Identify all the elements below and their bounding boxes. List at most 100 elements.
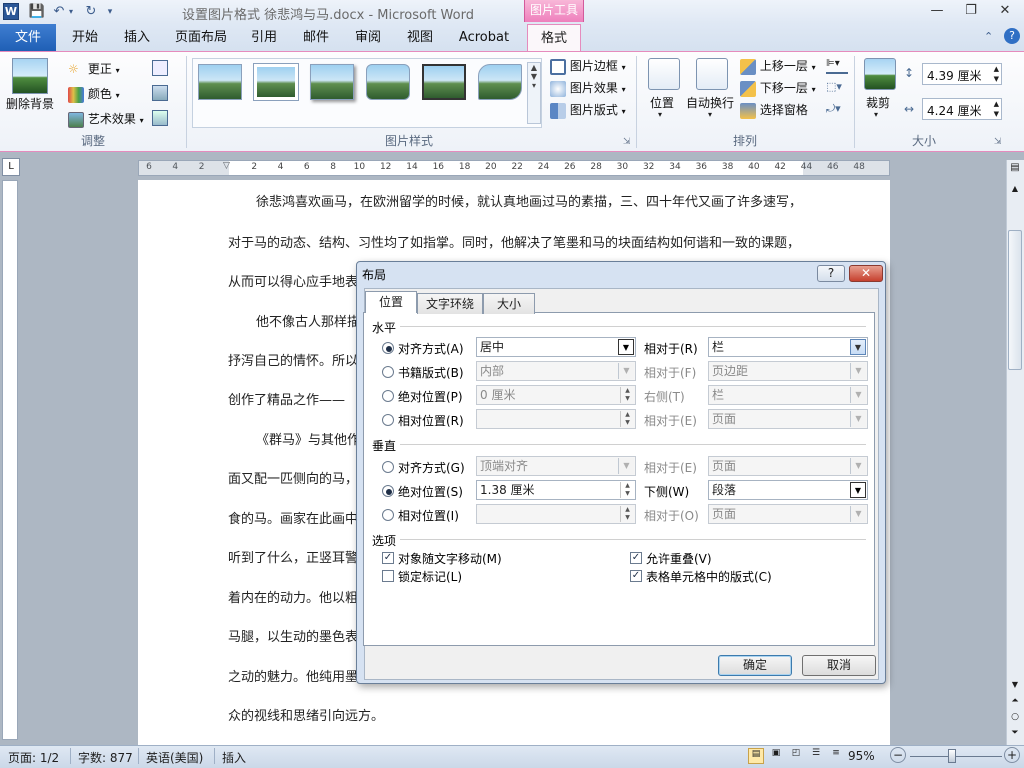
radio-v-relative[interactable]	[382, 509, 394, 521]
picture-style-thumb[interactable]	[422, 64, 466, 100]
book-layout-select[interactable]: 内部 ▼	[476, 361, 636, 381]
tab-format[interactable]: 格式	[527, 24, 581, 52]
web-layout-icon[interactable]: ◰	[788, 748, 804, 764]
help-icon[interactable]: ?	[1004, 28, 1020, 44]
spinner-arrows-icon[interactable]: ▲ ▼	[994, 99, 999, 119]
picture-style-thumb[interactable]	[478, 64, 522, 100]
previous-page-icon[interactable]: ⏶	[1008, 694, 1022, 708]
change-picture-icon[interactable]	[152, 85, 168, 101]
picture-style-thumb[interactable]	[254, 64, 298, 100]
chevron-down-icon[interactable]: ▼	[850, 482, 866, 498]
spinner-arrows-icon[interactable]: ▲ ▼	[994, 64, 999, 84]
minimize-button[interactable]: —	[926, 2, 948, 20]
picture-style-thumb[interactable]	[310, 64, 354, 100]
cancel-button[interactable]: 取消	[802, 655, 876, 676]
picture-style-thumb[interactable]	[366, 64, 410, 100]
h-relative-to-select[interactable]: 页面 ▼	[708, 409, 868, 429]
tab-insert[interactable]: 插入	[116, 24, 158, 51]
radio-h-alignment[interactable]	[382, 342, 394, 354]
h-relative-select[interactable]: 栏 ▼	[708, 337, 868, 357]
rotate-icon[interactable]: ⤾▾	[826, 102, 848, 118]
picture-border-button[interactable]: 图片边框 ▾	[550, 57, 626, 75]
print-layout-icon[interactable]: ▤	[748, 748, 764, 764]
checkbox-layout-in-table-cell[interactable]: ✓	[630, 570, 642, 582]
zoom-slider-track[interactable]	[910, 756, 1002, 757]
redo-icon[interactable]: ↻	[82, 3, 100, 21]
color-button[interactable]: 颜色 ▾	[68, 85, 120, 103]
dialog-launcher-icon[interactable]: ⇲	[994, 137, 1002, 147]
selection-pane-button[interactable]: 选择窗格	[740, 101, 808, 119]
height-spinner[interactable]: 4.39 厘米 ▲ ▼	[922, 63, 1002, 85]
chevron-down-icon[interactable]: ▾	[658, 110, 662, 119]
tab-page-layout[interactable]: 页面布局	[170, 24, 232, 51]
browse-object-icon[interactable]: ○	[1008, 710, 1022, 724]
scroll-down-icon[interactable]: ▼	[1008, 678, 1022, 692]
h-alignment-select[interactable]: 居中 ▼	[476, 337, 636, 357]
dialog-tab-size[interactable]: 大小	[483, 293, 535, 314]
wrap-text-icon[interactable]	[696, 58, 728, 90]
picture-layout-button[interactable]: 图片版式 ▾	[550, 101, 626, 119]
picture-effects-button[interactable]: 图片效果 ▾	[550, 79, 626, 97]
collapse-ribbon-icon[interactable]: ⌃	[984, 30, 993, 43]
zoom-out-button[interactable]: −	[890, 747, 906, 763]
corrections-button[interactable]: ☼ 更正 ▾	[68, 60, 120, 78]
v-relative-to-select[interactable]: 页面 ▼	[708, 504, 868, 524]
width-spinner[interactable]: 4.24 厘米 ▲ ▼	[922, 98, 1002, 120]
ruler-toggle-icon[interactable]: ▤	[1008, 162, 1022, 176]
v-absolute-input[interactable]: 1.38 厘米 ▲ ▼	[476, 480, 636, 500]
checkbox-allow-overlap[interactable]: ✓	[630, 552, 642, 564]
crop-button[interactable]: 裁剪	[866, 94, 890, 111]
v-absolute-relative-select[interactable]: 段落 ▼	[708, 480, 868, 500]
picture-style-thumb[interactable]	[198, 64, 242, 100]
checkbox-move-with-text[interactable]: ✓	[382, 552, 394, 564]
vertical-ruler[interactable]	[2, 180, 18, 740]
reset-picture-icon[interactable]	[152, 110, 168, 126]
outline-icon[interactable]: ☰	[808, 748, 824, 764]
insert-mode[interactable]: 插入	[222, 749, 246, 766]
spinner-arrows-icon[interactable]: ▲ ▼	[620, 482, 634, 498]
zoom-level[interactable]: 95%	[848, 749, 875, 763]
crop-icon[interactable]	[864, 58, 896, 90]
remove-background-icon[interactable]	[12, 58, 48, 94]
radio-v-absolute[interactable]	[382, 485, 394, 497]
remove-background-button[interactable]: 删除背景	[6, 95, 54, 112]
h-absolute-input[interactable]: 0 厘米 ▲ ▼	[476, 385, 636, 405]
tab-acrobat[interactable]: Acrobat	[454, 24, 514, 51]
v-alignment-select[interactable]: 顶端对齐 ▼	[476, 456, 636, 476]
zoom-in-button[interactable]: +	[1004, 747, 1020, 763]
dialog-tab-position[interactable]: 位置	[365, 291, 417, 313]
save-icon[interactable]: 💾	[28, 3, 46, 21]
checkbox-lock-anchor[interactable]	[382, 570, 394, 582]
next-page-icon[interactable]: ⏷	[1008, 726, 1022, 740]
wrap-text-button[interactable]: 自动换行	[686, 94, 734, 111]
dialog-tab-text-wrapping[interactable]: 文字环绕	[417, 293, 483, 314]
chevron-down-icon[interactable]: ▼	[618, 339, 634, 355]
chevron-down-icon[interactable]: ▼	[850, 339, 866, 355]
close-button[interactable]: ✕	[994, 2, 1016, 20]
scrollbar-thumb[interactable]	[1008, 230, 1022, 370]
h-absolute-relative-select[interactable]: 栏 ▼	[708, 385, 868, 405]
radio-book-layout[interactable]	[382, 366, 394, 378]
tab-home[interactable]: 开始	[64, 24, 106, 51]
position-button[interactable]: 位置	[650, 94, 674, 111]
tab-review[interactable]: 审阅	[348, 24, 388, 51]
ok-button[interactable]: 确定	[718, 655, 792, 676]
word-app-icon[interactable]: W	[3, 3, 19, 20]
chevron-down-icon[interactable]: ▾	[874, 110, 878, 119]
tab-view[interactable]: 视图	[400, 24, 440, 51]
align-icon[interactable]: ⊫▾	[826, 58, 848, 74]
full-screen-reading-icon[interactable]: ▣	[768, 748, 784, 764]
chevron-down-icon[interactable]: ▾	[708, 110, 712, 119]
language-indicator[interactable]: 英语(美国)	[146, 749, 203, 766]
radio-h-relative[interactable]	[382, 414, 394, 426]
radio-v-alignment[interactable]	[382, 461, 394, 473]
page-count[interactable]: 页面: 1/2	[8, 749, 59, 766]
dialog-help-button[interactable]: ?	[817, 265, 845, 282]
gallery-scrollbar[interactable]: ▲ ▼ ▾	[527, 62, 541, 124]
undo-dropdown-icon[interactable]: ▾	[66, 3, 76, 21]
send-backward-button[interactable]: 下移一层 ▾	[740, 79, 816, 97]
h-relative-input[interactable]: ▲ ▼	[476, 409, 636, 429]
horizontal-ruler[interactable]: 6 4 2 2 4 6 8 10 12 14 16 18 20 22 24 26 28 30 32 34 36 38 40 4…	[138, 160, 890, 176]
v-alignment-relative-select[interactable]: 页面 ▼	[708, 456, 868, 476]
book-relative-select[interactable]: 页边距 ▼	[708, 361, 868, 381]
